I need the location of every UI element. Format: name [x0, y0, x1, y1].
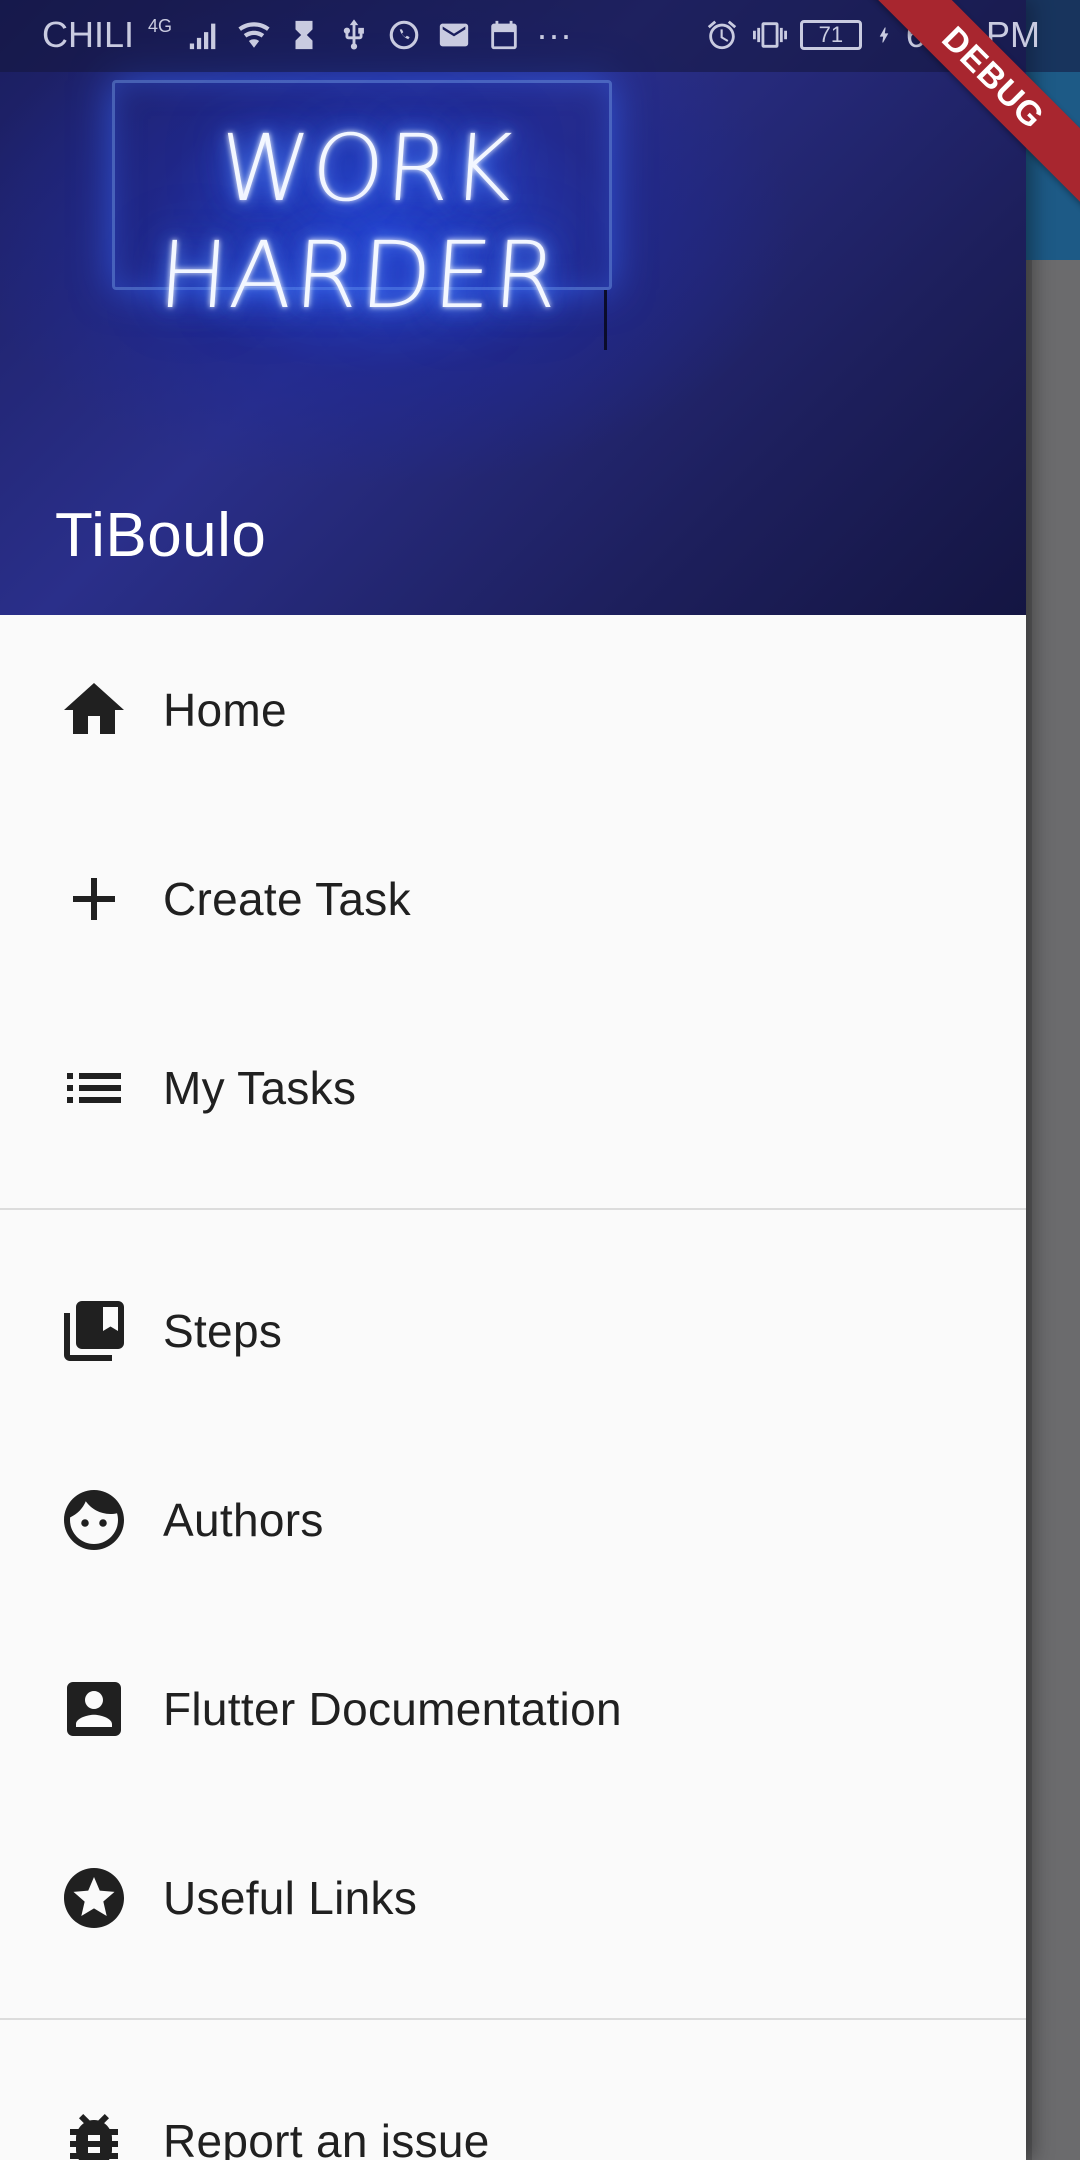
vibrate-icon	[752, 15, 788, 55]
bug-report-icon	[58, 2105, 130, 2160]
drawer-divider	[0, 1208, 1026, 1210]
stars-icon	[58, 1862, 130, 1934]
add-icon	[58, 863, 130, 935]
network-type: 4G	[148, 15, 173, 36]
charging-icon	[874, 15, 894, 55]
battery-indicator: 71	[799, 20, 862, 50]
calendar-icon	[486, 15, 522, 55]
mail-icon	[436, 15, 472, 55]
usb-icon	[336, 15, 372, 55]
drawer-item-label: Report an issue	[163, 2114, 490, 2160]
library-books-icon	[58, 1295, 130, 1367]
status-bar-left: CHILI 4G ···	[42, 14, 572, 56]
drawer-divider	[0, 2018, 1026, 2020]
header-image-neon-sign: WORK HARDER	[155, 115, 564, 329]
background-content-edge	[1026, 260, 1032, 2160]
drawer-title: TiBoulo	[55, 501, 267, 570]
drawer-item-report-issue[interactable]: Report an issue	[0, 2046, 1026, 2160]
drawer-item-steps[interactable]: Steps	[0, 1236, 1026, 1425]
wifi-icon	[236, 15, 272, 55]
drawer-item-authors[interactable]: Authors	[0, 1425, 1026, 1614]
signal-icon	[186, 15, 222, 55]
drawer-item-label: Authors	[163, 1493, 324, 1546]
drawer-item-label: Flutter Documentation	[163, 1682, 622, 1735]
drawer-item-useful-links[interactable]: Useful Links	[0, 1803, 1026, 1992]
drawer-item-create-task[interactable]: Create Task	[0, 804, 1026, 993]
hourglass-icon	[286, 15, 322, 55]
account-box-icon	[58, 1673, 130, 1745]
drawer-item-home[interactable]: Home	[0, 615, 1026, 804]
carrier-name: CHILI	[42, 14, 135, 55]
drawer-item-label: Home	[163, 683, 287, 736]
list-icon	[58, 1052, 130, 1124]
face-icon	[58, 1484, 130, 1556]
alarm-icon	[704, 15, 740, 55]
drawer-item-label: Create Task	[163, 872, 411, 925]
neon-wire	[604, 290, 607, 350]
drawer-item-label: Useful Links	[163, 1871, 418, 1924]
drawer-item-flutter-documentation[interactable]: Flutter Documentation	[0, 1614, 1026, 1803]
whatsapp-icon	[386, 15, 422, 55]
home-icon	[58, 674, 130, 746]
screen: WORK HARDER TiBoulo Home Create Task My …	[0, 0, 1080, 2160]
drawer-header: WORK HARDER TiBoulo	[0, 0, 1026, 615]
drawer-item-my-tasks[interactable]: My Tasks	[0, 993, 1026, 1182]
drawer-item-label: Steps	[163, 1304, 283, 1357]
drawer-item-label: My Tasks	[163, 1061, 357, 1114]
more-notifications: ···	[536, 14, 573, 55]
navigation-drawer: WORK HARDER TiBoulo Home Create Task My …	[0, 0, 1026, 2160]
